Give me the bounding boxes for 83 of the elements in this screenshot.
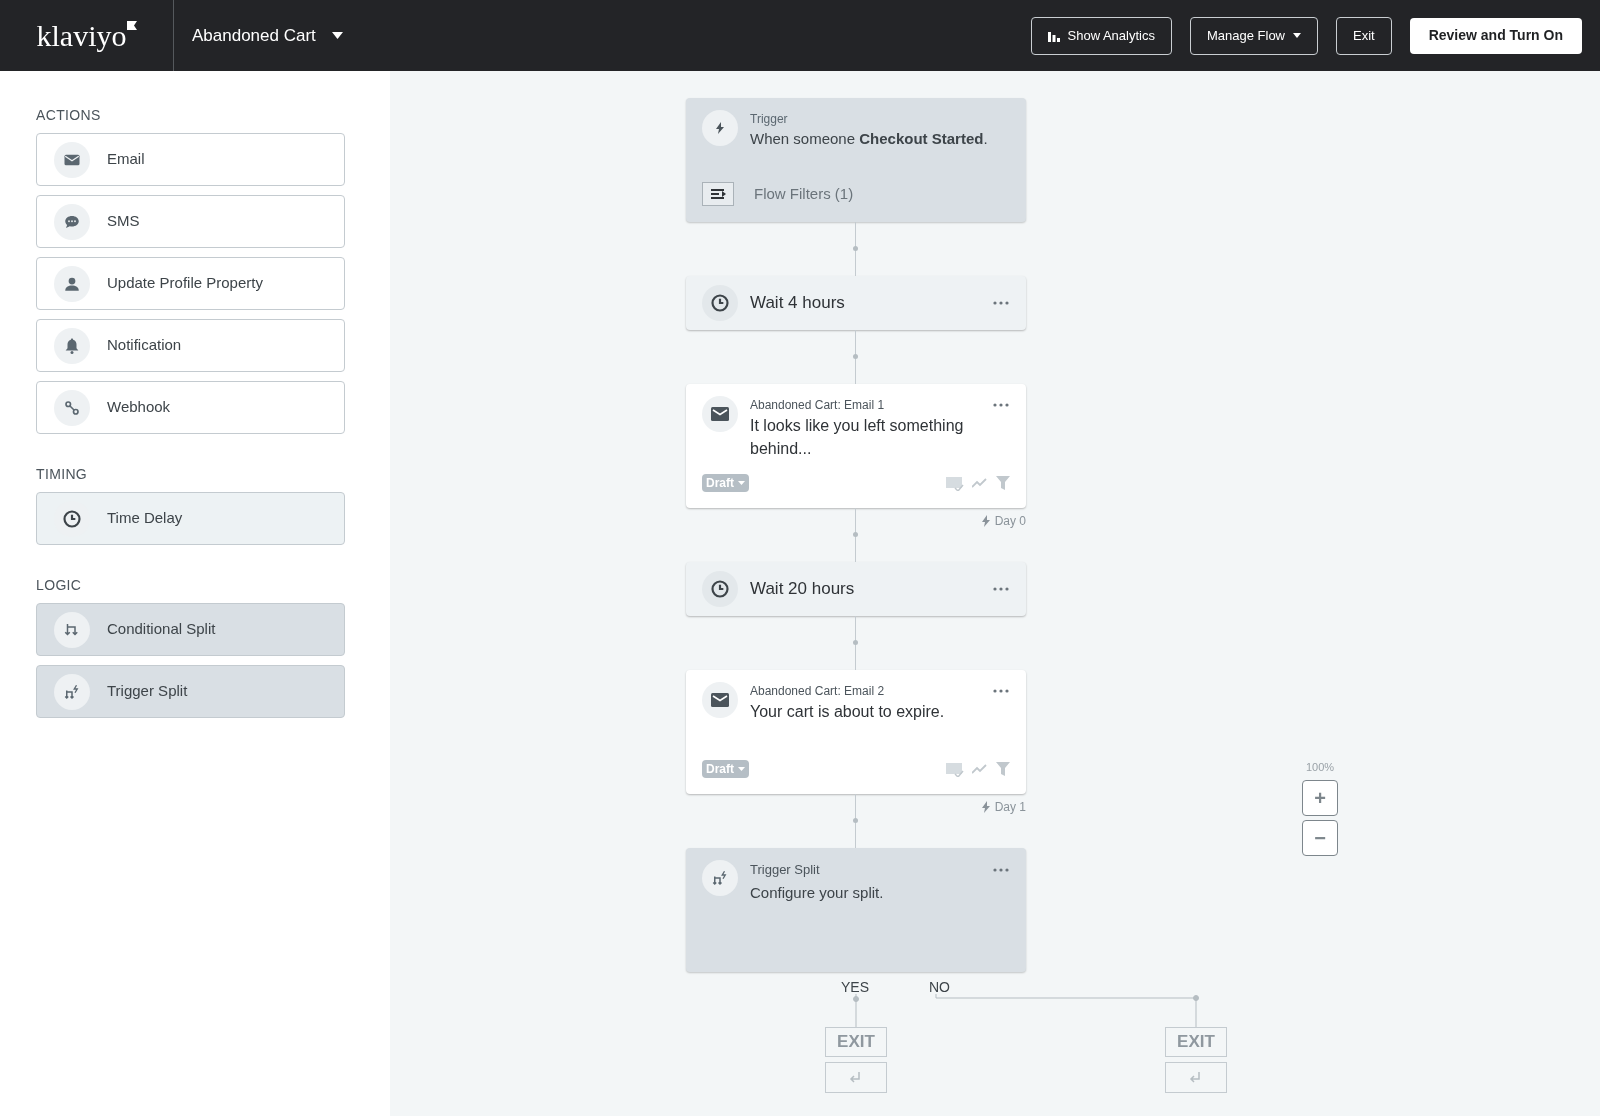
- clock-icon: [710, 579, 730, 599]
- sidebar-item[interactable]: Time Delay: [36, 492, 345, 545]
- node-title: Abandoned Cart: Email 1: [750, 397, 885, 414]
- zoom-button[interactable]: +: [1302, 779, 1338, 816]
- envelope-check-icon: [946, 475, 964, 491]
- return-arrow-icon: [849, 1071, 863, 1084]
- item-label: Conditional Split: [107, 619, 216, 640]
- bolt-icon: [980, 515, 991, 527]
- more-icon[interactable]: [992, 866, 1010, 873]
- delay-card[interactable]: Wait 20 hours: [686, 562, 1026, 616]
- flow-filters-link[interactable]: Flow Filters (1): [754, 182, 854, 206]
- item-label: Webhook: [107, 397, 171, 418]
- delay-card[interactable]: Wait 4 hours: [686, 276, 1026, 330]
- sidebar-item[interactable]: Email: [36, 133, 345, 186]
- logo-text: klaviyo: [36, 20, 127, 51]
- caret-icon: [331, 32, 343, 39]
- split-card[interactable]: Trigger Split Configure your split.: [686, 848, 1026, 972]
- day-label: Day 0: [994, 513, 1026, 530]
- exit-box: EXIT: [825, 1027, 887, 1057]
- envelope-icon: [711, 407, 729, 421]
- sidebar-item[interactable]: SMS: [36, 195, 345, 248]
- zoom-level: 100%: [1305, 760, 1335, 775]
- sidebar-item[interactable]: Update Profile Property: [36, 257, 345, 310]
- return-arrow-icon: [1189, 1071, 1203, 1084]
- email-card[interactable]: Abandoned Cart: Email 1 It looks like you left something behind... Draft: [686, 384, 1026, 508]
- split-bolt-icon: [63, 682, 81, 701]
- sidebar-item[interactable]: Notification: [36, 319, 345, 372]
- flag-icon: [126, 20, 137, 30]
- delay-text: Wait 4 hours: [750, 292, 845, 315]
- day-label: Day 1: [994, 799, 1026, 816]
- branch-label: YES: [841, 978, 869, 997]
- section-heading: ACTIONS: [36, 106, 102, 125]
- bar-chart-icon: [1047, 29, 1060, 42]
- envelope-icon: [711, 693, 729, 707]
- filter-icon: [996, 476, 1010, 490]
- exit-box: EXIT: [1165, 1027, 1227, 1057]
- email-subject: It looks like you left something behind...: [750, 416, 965, 459]
- envelope-check-icon: [946, 761, 964, 777]
- zoom-button[interactable]: −: [1302, 819, 1338, 856]
- bolt-icon: [715, 122, 725, 134]
- sidebar-item[interactable]: Conditional Split: [36, 603, 345, 656]
- item-label: SMS: [107, 211, 140, 232]
- clock-icon: [62, 508, 82, 529]
- section-heading: LOGIC: [36, 576, 83, 595]
- trigger-text: When someone Checkout Started.: [750, 129, 988, 149]
- caret-icon: [1293, 33, 1301, 38]
- node-title: Trigger: [750, 111, 789, 128]
- node-title: Trigger Split: [750, 861, 820, 879]
- review-turn-on-button[interactable]: Review and Turn On: [1409, 17, 1582, 54]
- email-subject: Your cart is about to expire.: [750, 702, 946, 722]
- trend-line-icon: [972, 477, 988, 489]
- item-label: Trigger Split: [107, 681, 188, 702]
- more-icon[interactable]: [992, 586, 1010, 592]
- sidebar-item[interactable]: Webhook: [36, 381, 345, 434]
- item-label: Time Delay: [107, 508, 183, 529]
- flow-name-dropdown[interactable]: Abandoned Cart: [192, 22, 343, 49]
- delay-text: Wait 20 hours: [750, 578, 855, 601]
- email-card[interactable]: Abandoned Cart: Email 2 Your cart is about to expire. Draft: [686, 670, 1026, 794]
- bolt-icon: [980, 801, 991, 813]
- split-bolt-icon: [711, 869, 729, 887]
- filter-list-icon[interactable]: [702, 182, 734, 206]
- more-icon[interactable]: [992, 300, 1010, 306]
- show-analytics-button[interactable]: Show Analytics: [1030, 16, 1172, 55]
- split-text: Configure your split.: [750, 882, 885, 903]
- bell-icon: [63, 336, 81, 355]
- section-heading: TIMING: [36, 465, 89, 484]
- sidebar-item[interactable]: Trigger Split: [36, 665, 345, 718]
- exit-button[interactable]: Exit: [1336, 16, 1392, 55]
- manage-flow-button[interactable]: Manage Flow: [1189, 16, 1318, 55]
- trigger-card[interactable]: Trigger When someone Checkout Started. Flow Filters (1): [686, 98, 1026, 222]
- caret-icon: [738, 767, 745, 771]
- item-label: Notification: [107, 335, 182, 356]
- item-label: Update Profile Property: [107, 273, 263, 294]
- link-nodes-icon: [63, 398, 81, 417]
- more-icon[interactable]: [992, 402, 1010, 408]
- filter-icon: [996, 762, 1010, 776]
- trend-line-icon: [972, 763, 988, 775]
- caret-icon: [738, 481, 745, 485]
- branch-label: NO: [929, 978, 950, 997]
- item-label: Email: [107, 149, 145, 170]
- node-title: Abandoned Cart: Email 2: [750, 683, 885, 700]
- clock-icon: [710, 293, 730, 313]
- more-icon[interactable]: [992, 688, 1010, 694]
